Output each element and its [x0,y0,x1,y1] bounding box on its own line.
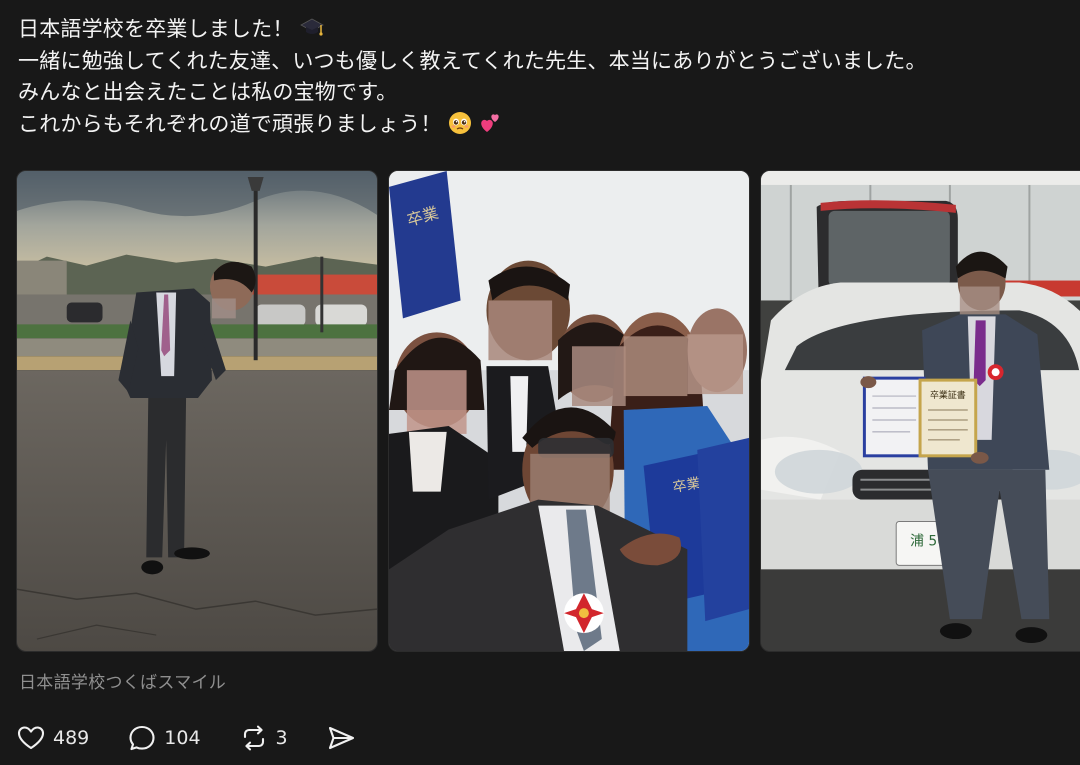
send-icon [328,726,354,750]
location-tag[interactable]: 日本語学校つくばスマイル [19,668,226,693]
caption-line-4: これからもそれぞれの道で頑張りましょう！ [18,109,1068,141]
reply-button[interactable]: 104 [127,723,201,753]
pleading-face-icon [448,111,472,135]
photo-2-image: 卒業 [389,171,749,651]
photo-1[interactable] [16,170,378,652]
photo-3-image: 浦 50 卒業証書 [761,171,1080,651]
post-caption: 日本語学校を卒業しました！ 一緒に勉強してくれた友達、いつも優しく教えてくれた先… [18,14,1068,140]
graduation-cap-icon [299,16,324,40]
reply-count: 104 [164,727,201,749]
caption-line-3: みんなと出会えたことは私の宝物です。 [18,80,398,104]
caption-line-2: 一緒に勉強してくれた友達、いつも優しく教えてくれた先生、本当にありがとうございま… [18,48,927,73]
like-count: 489 [53,727,90,749]
comment-icon [129,725,155,751]
photo-2[interactable]: 卒業 [388,170,750,652]
photo-1-image [17,171,377,651]
action-bar: 489 104 3 [16,718,394,758]
heart-icon [17,726,45,750]
repost-icon [243,725,264,751]
caption-line-1: 日本語学校を卒業しました！ [18,14,1068,46]
post: 日本語学校を卒業しました！ 一緒に勉強してくれた友達、いつも優しく教えてくれた先… [0,0,1080,765]
repost-button[interactable]: 3 [239,723,288,753]
two-hearts-icon [478,111,502,135]
photo-3[interactable]: 浦 50 卒業証書 [760,170,1080,652]
photo-gallery[interactable]: 卒業 浦 50 卒業証書 [16,170,1080,652]
repost-count: 3 [275,727,288,749]
certificate-title: 卒業証書 [930,389,966,401]
like-button[interactable]: 489 [16,723,89,753]
share-button[interactable] [326,723,356,753]
